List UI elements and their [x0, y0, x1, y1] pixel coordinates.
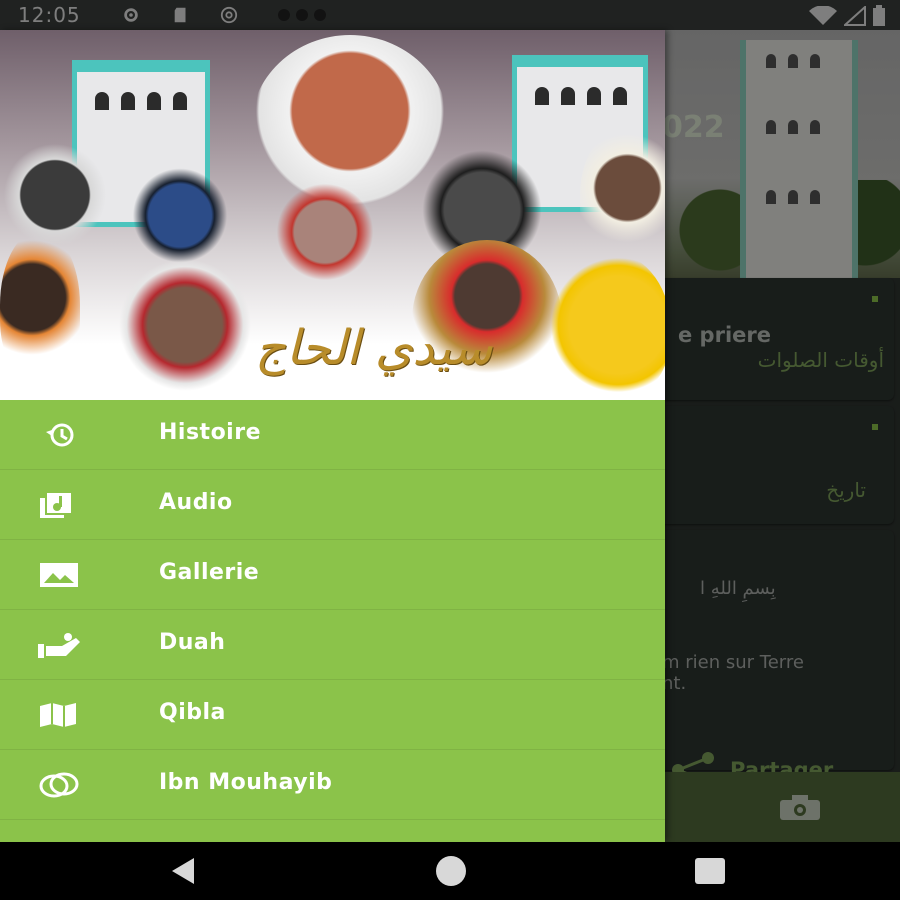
- audio-library-icon: [40, 492, 73, 518]
- history-icon: [46, 423, 74, 447]
- menu-item-qibla[interactable]: Qibla: [0, 680, 665, 750]
- map-icon: [40, 703, 76, 727]
- menu-item-duah[interactable]: Duah: [0, 610, 665, 680]
- drawer-header-image: سيدي الحاج: [0, 30, 665, 400]
- menu-label: Duah: [159, 630, 226, 655]
- portrait-bottom-right: [540, 250, 665, 400]
- system-navigation-bar: [0, 842, 900, 900]
- portrait-left-2: [130, 155, 230, 265]
- portrait-bottom-left: [110, 250, 260, 400]
- home-icon[interactable]: [436, 856, 466, 886]
- rings-icon: [39, 772, 79, 798]
- menu-item-gallerie[interactable]: Gallerie: [0, 540, 665, 610]
- portrait-center-2: [275, 160, 375, 280]
- menu-label: Gallerie: [159, 560, 260, 585]
- menu-label: Qibla: [159, 700, 226, 725]
- navigation-drawer: سيدي الحاج Histoire Audio Gallerie Duah …: [0, 30, 665, 842]
- menu-item-partial[interactable]: [0, 820, 665, 842]
- image-icon: [40, 563, 78, 587]
- drawer-menu: Histoire Audio Gallerie Duah Qibla Ibn M…: [0, 400, 665, 842]
- menu-item-histoire[interactable]: Histoire: [0, 400, 665, 470]
- menu-label: Histoire: [159, 420, 261, 445]
- menu-item-ibn-mouhayib[interactable]: Ibn Mouhayib: [0, 750, 665, 820]
- header-calligraphy: سيدي الحاج: [255, 320, 493, 376]
- hands-prayer-icon: [38, 633, 80, 658]
- portrait-left-3: [0, 230, 80, 380]
- back-icon[interactable]: [172, 858, 194, 884]
- menu-item-audio[interactable]: Audio: [0, 470, 665, 540]
- portrait-right-2: [580, 125, 665, 265]
- recents-icon[interactable]: [695, 858, 725, 884]
- menu-label: Ibn Mouhayib: [159, 770, 333, 795]
- menu-label: Audio: [159, 490, 233, 515]
